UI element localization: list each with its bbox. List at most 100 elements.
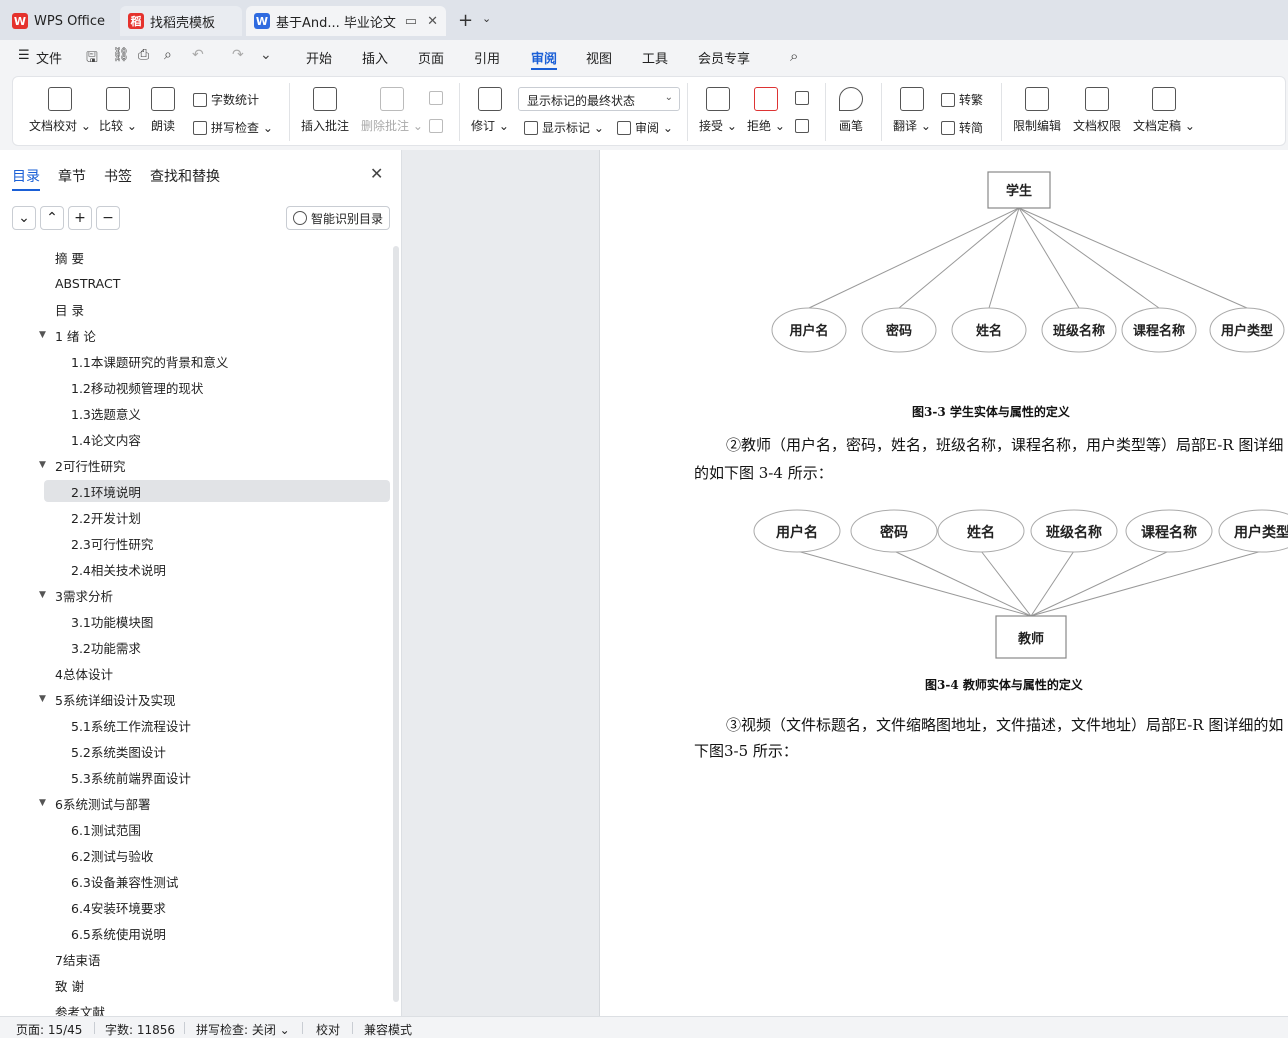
link-icon[interactable]: ⛓ [112, 47, 130, 63]
toc-item[interactable]: 5.2系统类图设计 [44, 740, 390, 762]
prev-comment-button[interactable] [429, 91, 447, 105]
menu-tools[interactable]: 工具 [642, 48, 668, 67]
revise-button[interactable]: 修订 ⌄ [471, 87, 509, 134]
status-spell-check[interactable]: 拼写检查: 关闭 ⌄ [196, 1021, 290, 1038]
menu-file[interactable]: 文件 [36, 48, 62, 67]
collapse-down-button[interactable]: ⌄ [12, 206, 36, 230]
toc-item[interactable]: 致 谢 [44, 974, 390, 996]
status-proof[interactable]: 校对 [316, 1021, 340, 1038]
tab-wps-office[interactable]: W WPS Office [4, 6, 116, 36]
toc-item[interactable]: 4总体设计 [44, 662, 390, 684]
doc-permission-button[interactable]: 文档权限 [1073, 87, 1121, 134]
nav-scrollbar[interactable] [393, 246, 399, 1002]
to-simplified-button[interactable]: 转简 [941, 119, 983, 136]
search-icon[interactable]: ⌕ [790, 47, 798, 65]
collapse-up-button[interactable]: ⌃ [40, 206, 64, 230]
close-icon[interactable]: ✕ [370, 164, 383, 183]
menu-insert[interactable]: 插入 [362, 48, 388, 67]
toc-item[interactable]: 3.1功能模块图 [44, 610, 390, 632]
nav-tab-bookmark[interactable]: 书签 [104, 166, 132, 186]
prev-revision-button[interactable] [795, 91, 813, 105]
new-tab-icon[interactable]: + [458, 10, 473, 31]
menu-page[interactable]: 页面 [418, 48, 444, 67]
delete-comment-button[interactable]: 删除批注 ⌄ [361, 87, 423, 134]
next-comment-button[interactable] [429, 119, 447, 133]
word-count-button[interactable]: 字数统计 [193, 91, 259, 108]
toc-item[interactable]: 3.2功能需求 [44, 636, 390, 658]
menu-member[interactable]: 会员专享 [698, 48, 750, 67]
toc-item[interactable]: 参考文献 [44, 1000, 390, 1017]
redo-icon[interactable]: ↷ [232, 47, 244, 63]
toc-item[interactable]: 1.2移动视频管理的现状 [44, 376, 390, 398]
toc-item[interactable]: 目 录 [44, 298, 390, 320]
nav-tab-chapter[interactable]: 章节 [58, 166, 86, 186]
toc-item[interactable]: 摘 要 [44, 246, 390, 268]
reject-button[interactable]: 拒绝 ⌄ [747, 87, 785, 134]
markup-state-select[interactable]: 显示标记的最终状态 ⌄ [518, 87, 680, 111]
toc-item[interactable]: 2.3可行性研究 [44, 532, 390, 554]
toc-item[interactable]: ▼ 3需求分析 [39, 584, 390, 606]
tab-close-icon[interactable]: ✕ [427, 14, 438, 29]
toc-item[interactable]: 6.5系统使用说明 [44, 922, 390, 944]
toc-item[interactable]: 5.3系统前端界面设计 [44, 766, 390, 788]
hamburger-icon[interactable]: ☰ [18, 48, 30, 63]
insert-comment-button[interactable]: 插入批注 [301, 87, 349, 134]
translate-button[interactable]: 翻译 ⌄ [893, 87, 931, 134]
doc-check-button[interactable]: 文档校对 ⌄ [29, 87, 91, 134]
toc-item[interactable]: 6.2测试与验收 [44, 844, 390, 866]
toc-item[interactable]: 7结束语 [44, 948, 390, 970]
toc-item[interactable]: 2.2开发计划 [44, 506, 390, 528]
read-aloud-button[interactable]: 朗读 [151, 87, 175, 134]
to-traditional-button[interactable]: 转繁 [941, 91, 983, 108]
toc-item[interactable]: 1.1本课题研究的背景和意义 [44, 350, 390, 372]
print-preview-icon[interactable]: ⌕ [164, 47, 172, 63]
expand-caret-icon[interactable]: ▼ [39, 590, 46, 600]
status-word-count[interactable]: 字数: 11856 [105, 1021, 175, 1038]
menu-home[interactable]: 开始 [306, 48, 332, 67]
expand-caret-icon[interactable]: ▼ [39, 330, 46, 340]
remove-heading-button[interactable]: − [96, 206, 120, 230]
print-icon[interactable]: ⎙ [138, 47, 149, 63]
add-heading-button[interactable]: + [68, 206, 92, 230]
toc-item[interactable]: ▼ 1 绪 论 [39, 324, 390, 346]
smart-toc-button[interactable]: 智能识别目录 [286, 206, 390, 230]
next-revision-button[interactable] [795, 119, 813, 133]
pen-button[interactable]: 画笔 [839, 87, 863, 134]
chevron-down-icon[interactable]: ⌄ [482, 12, 491, 25]
status-page[interactable]: 页面: 15/45 [16, 1021, 82, 1038]
doc-finalize-button[interactable]: 文档定稿 ⌄ [1133, 87, 1195, 134]
menu-view[interactable]: 视图 [586, 48, 612, 67]
toc-item[interactable]: ▼ 2可行性研究 [39, 454, 390, 476]
toc-item[interactable]: 2.4相关技术说明 [44, 558, 390, 580]
tab-restore-icon[interactable]: ▭ [405, 14, 417, 29]
compare-button[interactable]: 比较 ⌄ [99, 87, 137, 134]
toc-item[interactable]: 1.4论文内容 [44, 428, 390, 450]
toc-item[interactable]: 1.3选题意义 [44, 402, 390, 424]
accept-button[interactable]: 接受 ⌄ [699, 87, 737, 134]
show-markup-button[interactable]: 显示标记 ⌄ [524, 119, 604, 136]
toc-item[interactable]: 5.1系统工作流程设计 [44, 714, 390, 736]
restrict-edit-button[interactable]: 限制编辑 [1013, 87, 1061, 134]
spell-check-button[interactable]: 拼写检查 ⌄ [193, 119, 273, 136]
toc-item[interactable]: 2.1环境说明 [44, 480, 390, 502]
menu-review[interactable]: 审阅 [531, 48, 557, 67]
menu-references[interactable]: 引用 [474, 48, 500, 67]
nav-tab-find-replace[interactable]: 查找和替换 [150, 166, 220, 186]
expand-caret-icon[interactable]: ▼ [39, 694, 46, 704]
toc-item[interactable]: ABSTRACT [44, 272, 390, 294]
nav-tab-toc[interactable]: 目录 [12, 166, 40, 186]
save-icon[interactable]: 🖫 [86, 47, 98, 71]
toc-item[interactable]: 6.3设备兼容性测试 [44, 870, 390, 892]
tab-document[interactable]: W 基于And... 毕业论文 ▭ ✕ [246, 6, 446, 36]
document-page[interactable]: 学生 用户名 密码 姓名 班级名称 课程名称 用户类型 用户名 密码 姓名 班级名称 课程名称 用户类型… [599, 150, 1288, 1016]
expand-caret-icon[interactable]: ▼ [39, 798, 46, 808]
expand-caret-icon[interactable]: ▼ [39, 460, 46, 470]
toc-item[interactable]: 6.4安装环境要求 [44, 896, 390, 918]
toc-item[interactable]: 6.1测试范围 [44, 818, 390, 840]
review-pane-button[interactable]: 审阅 ⌄ [617, 119, 673, 136]
toc-item[interactable]: ▼ 6系统测试与部署 [39, 792, 390, 814]
tab-daoke-template[interactable]: 稻 找稻壳模板 [120, 6, 242, 36]
toc-item[interactable]: ▼ 5系统详细设计及实现 [39, 688, 390, 710]
chevron-down-icon[interactable]: ⌄ [260, 47, 272, 63]
undo-icon[interactable]: ↶ [192, 47, 204, 63]
